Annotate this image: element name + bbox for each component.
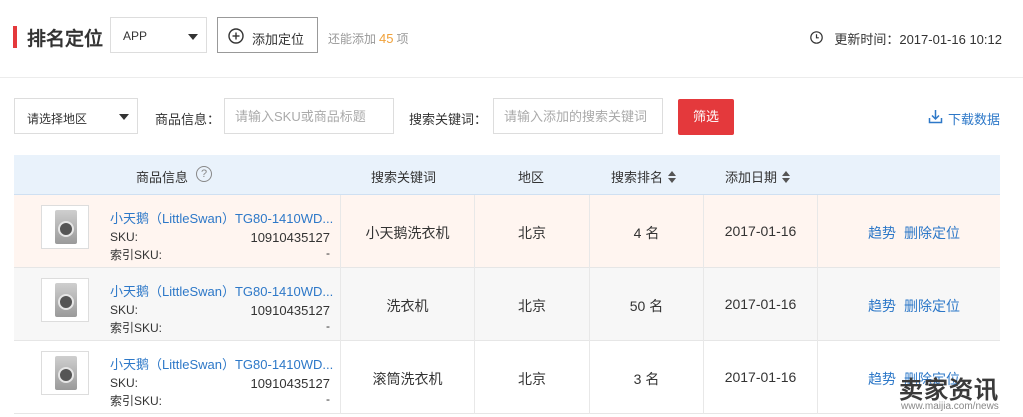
product-thumbnail[interactable] <box>41 205 89 249</box>
remaining-suffix: 项 <box>396 32 409 46</box>
remaining-number: 45 <box>379 31 394 46</box>
product-cell: 小天鹅（LittleSwan）TG80-1410WD... SKU: 10910… <box>14 268 341 341</box>
product-name-link[interactable]: 小天鹅（LittleSwan）TG80-1410WD... <box>110 354 333 373</box>
region-value: 北京 <box>518 371 546 387</box>
download-icon <box>928 110 943 124</box>
delete-location-link[interactable]: 删除定位 <box>904 225 960 241</box>
trend-link[interactable]: 趋势 <box>868 225 896 241</box>
product-name-link[interactable]: 小天鹅（LittleSwan）TG80-1410WD... <box>110 208 333 227</box>
add-location-button[interactable]: 添加定位 <box>217 17 318 53</box>
caret-down-icon <box>119 114 129 120</box>
rank-value: 4 名 <box>633 225 660 241</box>
watermark-url: www.maijia.com/news <box>901 401 999 412</box>
product-thumbnail[interactable] <box>41 351 89 395</box>
region-value: 北京 <box>518 298 546 314</box>
remaining-count: 还能添加 45 项 <box>328 30 409 47</box>
header-date[interactable]: 添加日期 <box>725 167 791 186</box>
plus-circle-icon <box>228 28 244 44</box>
region-cell: 北京 <box>475 195 590 268</box>
remaining-prefix: 还能添加 <box>328 32 377 46</box>
region-cell: 北京 <box>475 268 590 341</box>
index-sku-value: - <box>326 392 330 406</box>
index-sku-value: - <box>326 246 330 260</box>
keyword-cell: 滚筒洗衣机 <box>341 341 475 414</box>
page-title: 排名定位 <box>27 29 104 50</box>
sku-value: 10910435127 <box>250 376 330 391</box>
date-cell: 2017-01-16 <box>704 195 818 268</box>
trend-link[interactable]: 趋势 <box>868 371 896 387</box>
region-select-value: 请选择地区 <box>27 112 88 126</box>
product-cell: 小天鹅（LittleSwan）TG80-1410WD... SKU: 10910… <box>14 341 341 414</box>
rank-cell: 3 名 <box>590 341 704 414</box>
filter-bar: 请选择地区 商品信息： 搜索关键词： 筛选 下载数据 <box>0 98 1023 136</box>
region-select[interactable]: 请选择地区 <box>14 98 138 134</box>
rank-cell: 50 名 <box>590 268 704 341</box>
download-label: 下载数据 <box>948 112 1001 127</box>
watermark-title: 卖家资讯 <box>899 377 999 404</box>
sku-label: SKU: <box>110 303 139 317</box>
index-sku-label: 索引SKU: <box>110 321 163 335</box>
title-accent-bar <box>13 26 17 48</box>
keyword-cell: 洗衣机 <box>341 268 475 341</box>
product-name-link[interactable]: 小天鹅（LittleSwan）TG80-1410WD... <box>110 281 333 300</box>
clock-icon <box>810 31 823 44</box>
add-location-label: 添加定位 <box>252 32 305 47</box>
product-cell: 小天鹅（LittleSwan）TG80-1410WD... SKU: 10910… <box>14 195 341 268</box>
delete-location-link[interactable]: 删除定位 <box>904 298 960 314</box>
product-thumbnail[interactable] <box>41 278 89 322</box>
keyword-value: 小天鹅洗衣机 <box>365 225 450 241</box>
row-actions: 趋势 删除定位 <box>868 296 968 316</box>
help-icon[interactable]: ? <box>196 166 212 182</box>
index-sku-value: - <box>326 319 330 333</box>
page-header: 排名定位 APP 添加定位 还能添加 45 项 更新时间：2017-01-16 10… <box>0 0 1023 78</box>
caret-down-icon <box>188 34 198 40</box>
sku-value: 10910435127 <box>250 230 330 245</box>
rank-cell: 4 名 <box>590 195 704 268</box>
trend-link[interactable]: 趋势 <box>868 298 896 314</box>
sku-label: SKU: <box>110 230 139 244</box>
date-value: 2017-01-16 <box>724 223 797 239</box>
watermark-logo: 卖家资讯 www.maijia.com/news <box>893 370 1023 417</box>
keyword-input[interactable] <box>493 98 663 134</box>
header-product: 商品信息 <box>136 170 189 185</box>
index-sku-label: 索引SKU: <box>110 394 163 408</box>
date-value: 2017-01-16 <box>724 369 797 385</box>
table-row: 小天鹅（LittleSwan）TG80-1410WD... SKU: 10910… <box>14 195 1000 268</box>
keyword-cell: 小天鹅洗衣机 <box>341 195 475 268</box>
download-data-link[interactable]: 下载数据 <box>928 109 1000 128</box>
region-cell: 北京 <box>475 341 590 414</box>
header-region: 地区 <box>518 170 545 185</box>
product-info-label: 商品信息： <box>155 112 221 127</box>
table-header: 商品信息 ? 搜索关键词 地区 搜索排名 添加日期 <box>14 155 1000 195</box>
table-row: 小天鹅（LittleSwan）TG80-1410WD... SKU: 10910… <box>14 268 1000 341</box>
rank-value: 50 名 <box>629 298 664 314</box>
header-rank-label: 搜索排名 <box>611 170 664 185</box>
date-value: 2017-01-16 <box>724 296 797 312</box>
sku-value: 10910435127 <box>250 303 330 318</box>
row-actions: 趋势 删除定位 <box>868 223 968 243</box>
date-cell: 2017-01-16 <box>704 341 818 414</box>
header-keyword: 搜索关键词 <box>371 170 437 185</box>
date-cell: 2017-01-16 <box>704 268 818 341</box>
table-row: 小天鹅（LittleSwan）TG80-1410WD... SKU: 10910… <box>14 341 1000 414</box>
update-time: 更新时间：2017-01-16 10:12 <box>834 32 1002 47</box>
sort-icon[interactable] <box>782 171 791 183</box>
rank-value: 3 名 <box>633 371 660 387</box>
screen-button[interactable]: 筛选 <box>678 99 734 135</box>
product-info-input[interactable] <box>224 98 394 134</box>
region-value: 北京 <box>518 225 546 241</box>
header-date-label: 添加日期 <box>725 170 778 185</box>
keyword-value: 滚筒洗衣机 <box>372 371 443 387</box>
keyword-value: 洗衣机 <box>386 298 429 314</box>
keyword-label: 搜索关键词： <box>409 112 488 127</box>
index-sku-label: 索引SKU: <box>110 248 163 262</box>
sort-icon[interactable] <box>668 171 677 183</box>
sku-label: SKU: <box>110 376 139 390</box>
platform-select-value: APP <box>123 29 148 43</box>
platform-select[interactable]: APP <box>110 17 207 53</box>
header-rank[interactable]: 搜索排名 <box>611 167 677 186</box>
